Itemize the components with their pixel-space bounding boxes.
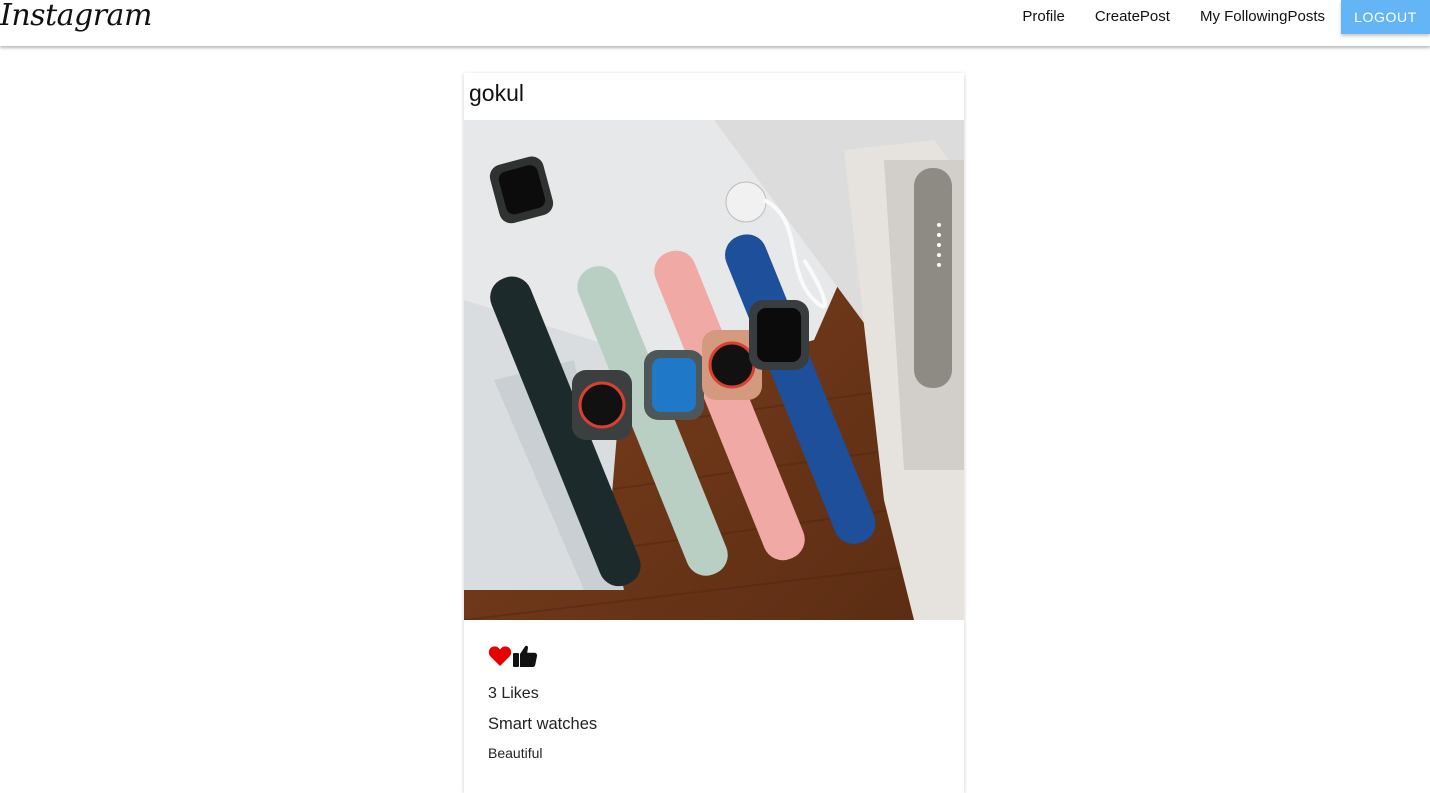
- nav-links: Profile CreatePost My FollowingPosts LOG…: [1007, 0, 1430, 34]
- thumbs-up-icon[interactable]: [512, 644, 538, 673]
- post-image: [464, 120, 964, 620]
- post-body: Beautiful: [488, 745, 543, 761]
- smart-watches-photo: [464, 120, 964, 620]
- nav-link-following-posts[interactable]: My FollowingPosts: [1185, 0, 1340, 34]
- nav-link-profile[interactable]: Profile: [1007, 0, 1080, 34]
- heart-icon[interactable]: [488, 645, 512, 672]
- brand-logo[interactable]: Instagram: [0, 0, 152, 38]
- likes-count: 3 Likes: [488, 685, 539, 702]
- navbar: Instagram Profile CreatePost My Followin…: [0, 0, 1430, 46]
- post-title: Smart watches: [488, 715, 598, 733]
- logout-button[interactable]: LOGOUT: [1341, 0, 1430, 34]
- post-actions: [488, 644, 538, 673]
- post-card: gokul 3 Likes Smart watches Beautiful: [464, 73, 964, 793]
- nav-link-createpost[interactable]: CreatePost: [1080, 0, 1185, 34]
- post-username[interactable]: gokul: [469, 78, 524, 108]
